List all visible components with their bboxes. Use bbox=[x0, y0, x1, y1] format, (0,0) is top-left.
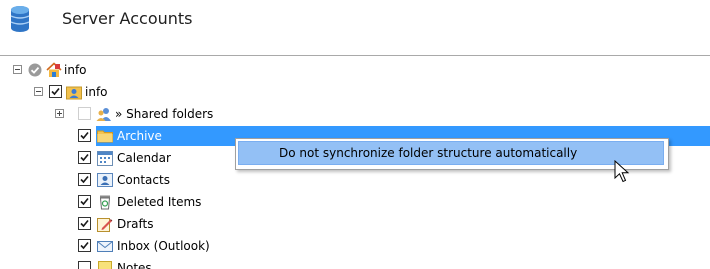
tree-node-label: info bbox=[64, 59, 87, 81]
collapse-toggle[interactable] bbox=[34, 87, 43, 96]
tree-node-label: Archive bbox=[117, 125, 162, 147]
tree-node-notes[interactable]: Notes bbox=[0, 257, 710, 269]
inbox-icon bbox=[97, 238, 113, 254]
tree-node-label: Contacts bbox=[117, 169, 170, 191]
folder-icon bbox=[97, 128, 113, 144]
account-home-icon bbox=[46, 62, 62, 78]
checkbox-checked[interactable] bbox=[78, 173, 91, 186]
mouse-cursor-icon bbox=[614, 160, 632, 184]
tree-node-label: Drafts bbox=[117, 213, 154, 235]
tree-node-label: info bbox=[85, 81, 108, 103]
tree-node-label: Calendar bbox=[117, 147, 171, 169]
checkbox-checked[interactable] bbox=[78, 217, 91, 230]
calendar-icon bbox=[97, 150, 113, 166]
tree-node-mailbox[interactable]: info bbox=[0, 81, 710, 103]
tree-node-inbox[interactable]: Inbox (Outlook) bbox=[0, 235, 710, 257]
checkbox-checked[interactable] bbox=[78, 239, 91, 252]
tree-node-deleted-items[interactable]: Deleted Items bbox=[0, 191, 710, 213]
shared-users-icon bbox=[96, 106, 112, 122]
checkbox-checked[interactable] bbox=[78, 129, 91, 142]
expand-toggle[interactable] bbox=[55, 109, 64, 118]
contacts-icon bbox=[97, 172, 113, 188]
checkbox-checked[interactable] bbox=[78, 195, 91, 208]
header: Server Accounts bbox=[0, 0, 710, 44]
page-title: Server Accounts bbox=[62, 9, 193, 29]
tree-node-label: Inbox (Outlook) bbox=[117, 235, 210, 257]
recycle-bin-icon bbox=[97, 194, 113, 210]
tree-node-label: Deleted Items bbox=[117, 191, 201, 213]
collapse-toggle[interactable] bbox=[13, 65, 22, 74]
checkbox-unchecked[interactable] bbox=[78, 107, 91, 120]
menu-item-do-not-sync-folder-structure[interactable]: Do not synchronize folder structure auto… bbox=[238, 141, 664, 165]
status-ok-icon bbox=[28, 63, 42, 77]
tree-node-label: Notes bbox=[117, 257, 152, 269]
drafts-icon bbox=[97, 216, 113, 232]
tree-node-account-root[interactable]: info bbox=[0, 59, 710, 81]
mailbox-user-icon bbox=[66, 84, 82, 100]
checkbox-checked[interactable] bbox=[78, 151, 91, 164]
database-icon bbox=[10, 5, 30, 33]
tree-node-drafts[interactable]: Drafts bbox=[0, 213, 710, 235]
tree-node-label: » Shared folders bbox=[115, 103, 213, 125]
context-menu: Do not synchronize folder structure auto… bbox=[235, 138, 669, 170]
menu-item-label: Do not synchronize folder structure auto… bbox=[279, 142, 577, 164]
checkbox-checked[interactable] bbox=[49, 85, 62, 98]
tree-node-shared-folders[interactable]: » Shared folders bbox=[0, 103, 710, 125]
tree-node-contacts[interactable]: Contacts bbox=[0, 169, 710, 191]
